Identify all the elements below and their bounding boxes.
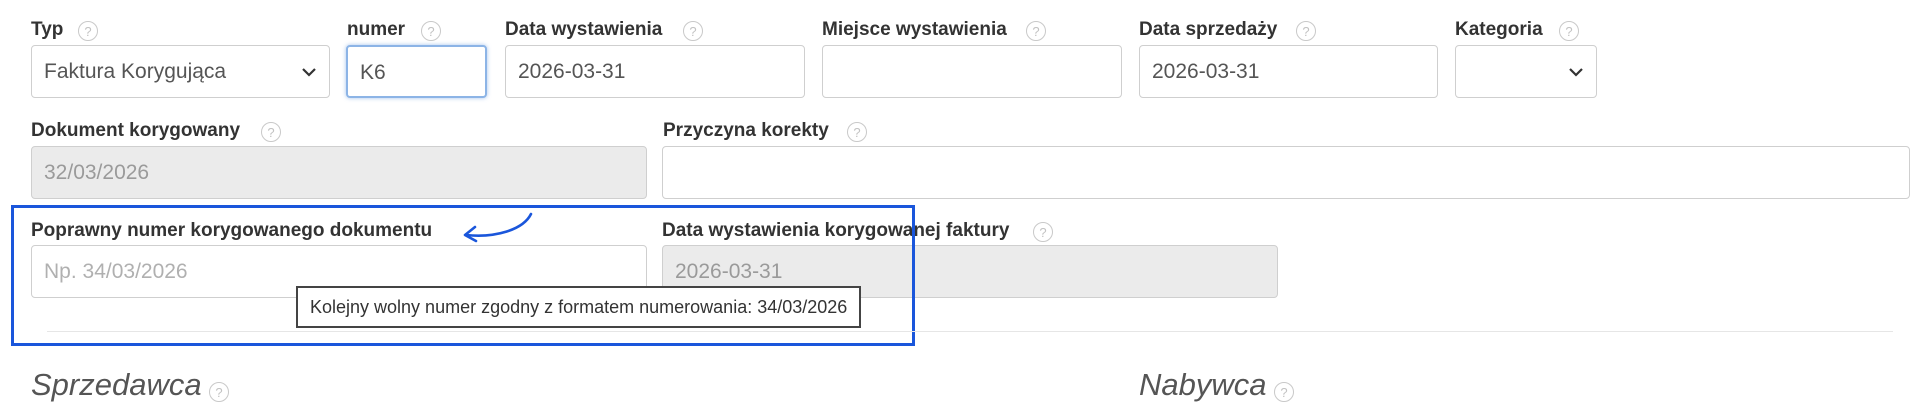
miejsce-wystawienia-input[interactable]	[822, 45, 1122, 98]
data-sprzedazy-label: Data sprzedaży	[1139, 19, 1278, 40]
chevron-down-icon	[1569, 68, 1583, 77]
kategoria-select[interactable]	[1455, 45, 1597, 98]
typ-help-icon[interactable]: ?	[78, 21, 98, 41]
chevron-down-icon	[302, 68, 316, 77]
numer-help-icon[interactable]: ?	[421, 21, 441, 41]
typ-label: Typ	[31, 19, 64, 40]
kategoria-label: Kategoria	[1455, 19, 1543, 40]
sprzedawca-help-icon[interactable]: ?	[209, 382, 229, 402]
data-wystawienia-help-icon[interactable]: ?	[683, 21, 703, 41]
dokument-korygowany-label: Dokument korygowany	[31, 120, 241, 141]
numer-label: numer	[347, 19, 406, 40]
kategoria-help-icon[interactable]: ?	[1559, 21, 1579, 41]
typ-select-value: Faktura Korygująca	[44, 60, 227, 83]
przyczyna-korekty-help-icon[interactable]: ?	[847, 122, 867, 142]
data-wystawienia-input[interactable]: 2026-03-31	[505, 45, 805, 98]
data-sprzedazy-help-icon[interactable]: ?	[1296, 21, 1316, 41]
nabywca-title: Nabywca	[1139, 367, 1267, 402]
miejsce-wystawienia-help-icon[interactable]: ?	[1026, 21, 1046, 41]
numer-input[interactable]: K6	[346, 45, 487, 98]
przyczyna-korekty-input[interactable]	[662, 146, 1910, 199]
data-wystawienia-label: Data wystawienia	[505, 19, 663, 40]
arrow-icon	[463, 212, 533, 243]
data-sprzedazy-input[interactable]: 2026-03-31	[1139, 45, 1438, 98]
sprzedawca-title: Sprzedawca	[31, 367, 202, 402]
divider	[47, 331, 1893, 332]
miejsce-wystawienia-label: Miejsce wystawienia	[822, 19, 1007, 40]
typ-select[interactable]: Faktura Korygująca	[31, 45, 330, 98]
data-wystawienia-korygowanej-help-icon[interactable]: ?	[1033, 222, 1053, 242]
nabywca-help-icon[interactable]: ?	[1274, 382, 1294, 402]
dokument-korygowany-help-icon[interactable]: ?	[261, 122, 281, 142]
przyczyna-korekty-label: Przyczyna korekty	[663, 120, 829, 141]
dokument-korygowany-input: 32/03/2026	[31, 146, 647, 199]
